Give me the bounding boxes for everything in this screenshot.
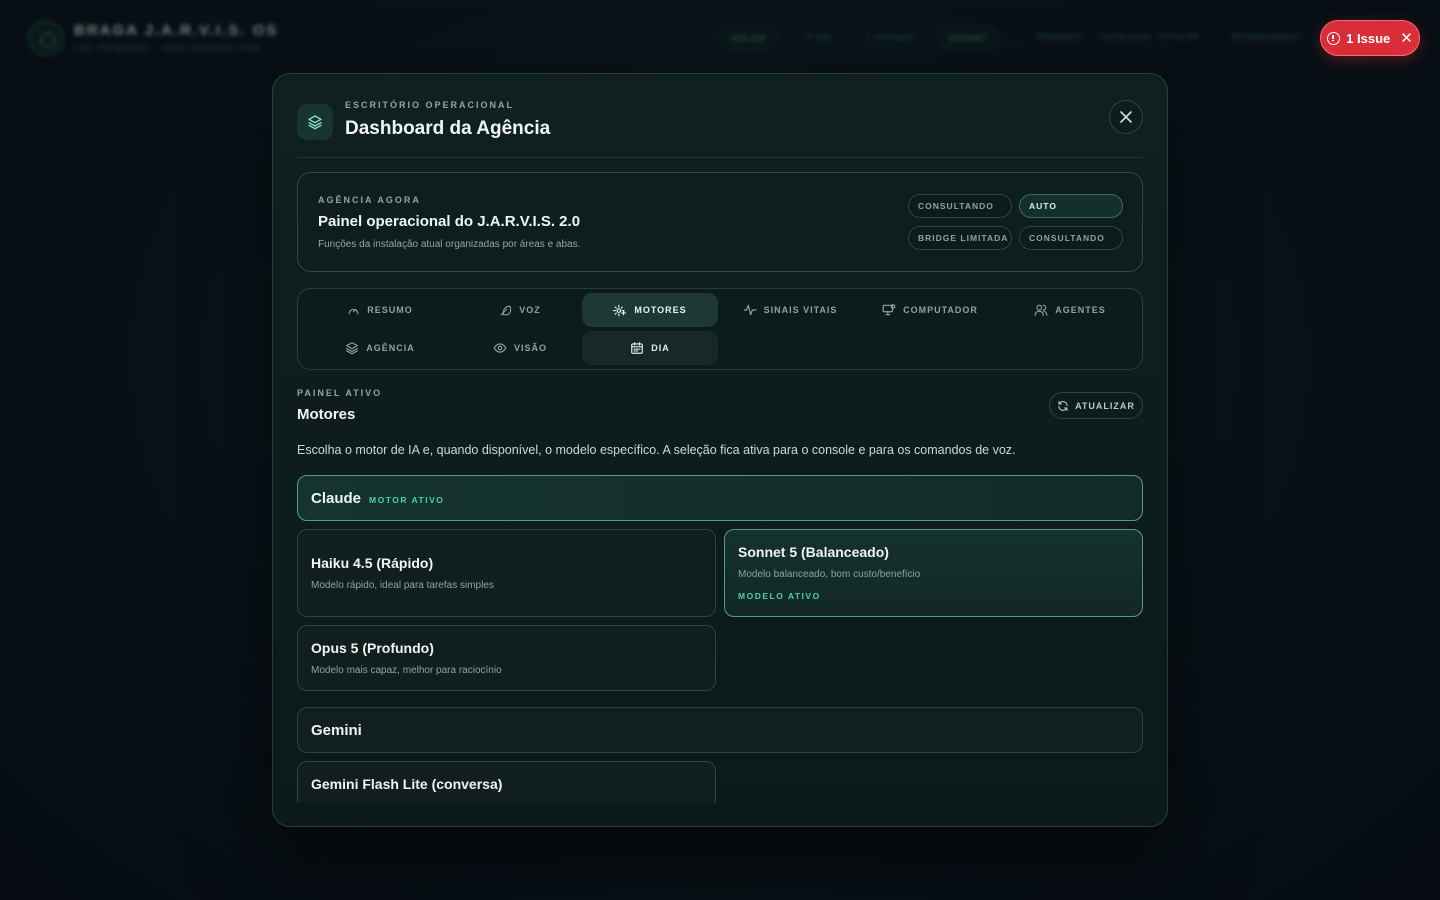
status-pill-bridge-limited: BRIDGE LIMITADA (908, 226, 1012, 250)
issue-badge[interactable]: 1 Issue ✕ (1320, 20, 1420, 56)
tab-agencia[interactable]: AGÊNCIA (312, 331, 448, 365)
model-card-gemini-flash-lite[interactable]: Gemini Flash Lite (conversa) (297, 761, 716, 803)
header-counter-real: 0 real (806, 32, 832, 42)
tab-label: DIA (651, 343, 670, 353)
model-status-pill: SONNET (938, 26, 1000, 50)
header-text-past: PASSADO (1036, 32, 1083, 42)
gauge-icon (348, 308, 359, 314)
tab-label: VOZ (519, 305, 541, 315)
issue-badge-label: 1 Issue (1346, 30, 1391, 46)
panel-title: Motores (297, 406, 356, 423)
modal-title: Dashboard da Agência (345, 118, 551, 139)
tab-sinais-vitais[interactable]: SINAIS VITAIS (722, 293, 858, 327)
agency-dashboard-modal: ESCRITÓRIO OPERACIONAL Dashboard da Agên… (272, 73, 1168, 827)
alert-circle-icon (1327, 31, 1341, 45)
status-pill-consulting: CONSULTANDO (908, 194, 1012, 218)
model-name: Gemini Flash Lite (conversa) (311, 776, 503, 792)
status-pill-consulting-secondary: CONSULTANDO (1019, 226, 1123, 250)
app-subtitle: VOZ PRIMEIRO · INTELIGÊNCIA VIVA (74, 44, 263, 53)
modal-close-button[interactable] (1109, 100, 1143, 134)
header-text-drawing: DESENHANDO (1232, 32, 1301, 42)
tab-visao[interactable]: VISÃO (452, 331, 588, 365)
app-logo-icon (28, 20, 64, 56)
engine-name: Gemini (311, 721, 362, 739)
model-card-sonnet[interactable]: Sonnet 5 (Balanceado) Modelo balanceado,… (724, 529, 1143, 617)
agency-card-description: Funções da instalação atual organizadas … (318, 239, 581, 250)
tab-motores[interactable]: MOTORES (582, 293, 718, 327)
header-datetime: TU/05/2026 · 09:09:09 (1098, 32, 1199, 42)
users-icon (1034, 304, 1048, 316)
tab-agentes[interactable]: AGENTES (1002, 293, 1138, 327)
close-icon (1120, 111, 1132, 123)
close-icon[interactable]: ✕ (1400, 29, 1413, 47)
model-name: Haiku 4.5 (Rápido) (311, 555, 434, 571)
agency-now-card: AGÊNCIA AGORA Painel operacional do J.A.… (297, 172, 1143, 272)
model-card-haiku[interactable]: Haiku 4.5 (Rápido) Modelo rápido, ideal … (297, 529, 716, 617)
header-counter-activity: 1 atividade (866, 32, 916, 42)
model-description: Modelo rápido, ideal para tarefas simple… (311, 580, 494, 591)
tab-resumo[interactable]: RESUMO (312, 293, 448, 327)
tab-label: MOTORES (634, 305, 687, 315)
tab-dia[interactable]: DIA (582, 331, 718, 365)
engine-active-badge: MOTOR ATIVO (369, 494, 445, 505)
eye-icon (493, 343, 507, 353)
tab-label: AGÊNCIA (366, 343, 415, 353)
online-status-pill: ONLINE (720, 26, 778, 50)
background-app-header: BRAGA J.A.R.V.I.S. OS VOZ PRIMEIRO · INT… (0, 0, 1440, 76)
tab-label: SINAIS VITAIS (763, 305, 838, 315)
pulse-icon (743, 304, 756, 316)
engine-icon (613, 304, 627, 317)
panel-description: Escolha o motor de IA e, quando disponív… (297, 443, 1016, 457)
tab-label: COMPUTADOR (903, 305, 978, 315)
refresh-button-label: ATUALIZAR (1075, 400, 1135, 411)
dashboard-tabs: RESUMO VOZ MOTORES SINAIS VITAIS COMPUTA… (297, 288, 1143, 370)
refresh-icon (1058, 400, 1068, 411)
model-active-badge: MODELO ATIVO (738, 591, 821, 601)
status-pill-auto: AUTO (1019, 194, 1123, 218)
layers-icon (297, 104, 333, 140)
panel-eyebrow: PAINEL ATIVO (297, 388, 383, 398)
model-name: Sonnet 5 (Balanceado) (738, 544, 889, 560)
model-name: Opus 5 (Profundo) (311, 640, 434, 656)
modal-eyebrow: ESCRITÓRIO OPERACIONAL (345, 100, 515, 110)
model-description: Modelo mais capaz, melhor para raciocíni… (311, 665, 502, 676)
tab-label: AGENTES (1055, 305, 1106, 315)
tab-voz[interactable]: VOZ (452, 293, 588, 327)
modal-header: ESCRITÓRIO OPERACIONAL Dashboard da Agên… (297, 98, 1143, 158)
refresh-button[interactable]: ATUALIZAR (1049, 392, 1143, 419)
model-card-opus[interactable]: Opus 5 (Profundo) Modelo mais capaz, mel… (297, 625, 716, 691)
model-description: Modelo balanceado, bom custo/benefício (738, 569, 921, 580)
monitor-icon (882, 304, 896, 316)
app-title: BRAGA J.A.R.V.I.S. OS (74, 22, 279, 39)
layers-icon (346, 342, 359, 355)
tab-label: VISÃO (513, 343, 547, 353)
engine-name: Claude (311, 489, 362, 507)
engines-list[interactable]: Claude MOTOR ATIVO Haiku 4.5 (Rápido) Mo… (297, 475, 1143, 803)
calendar-icon (631, 342, 644, 354)
agency-card-eyebrow: AGÊNCIA AGORA (318, 195, 421, 205)
feather-icon (500, 305, 512, 315)
engine-row-gemini[interactable]: Gemini (297, 707, 1143, 753)
tab-label: RESUMO (367, 305, 413, 315)
agency-card-title: Painel operacional do J.A.R.V.I.S. 2.0 (318, 213, 581, 230)
tab-computador[interactable]: COMPUTADOR (862, 293, 998, 327)
engine-row-claude[interactable]: Claude MOTOR ATIVO (297, 475, 1143, 521)
